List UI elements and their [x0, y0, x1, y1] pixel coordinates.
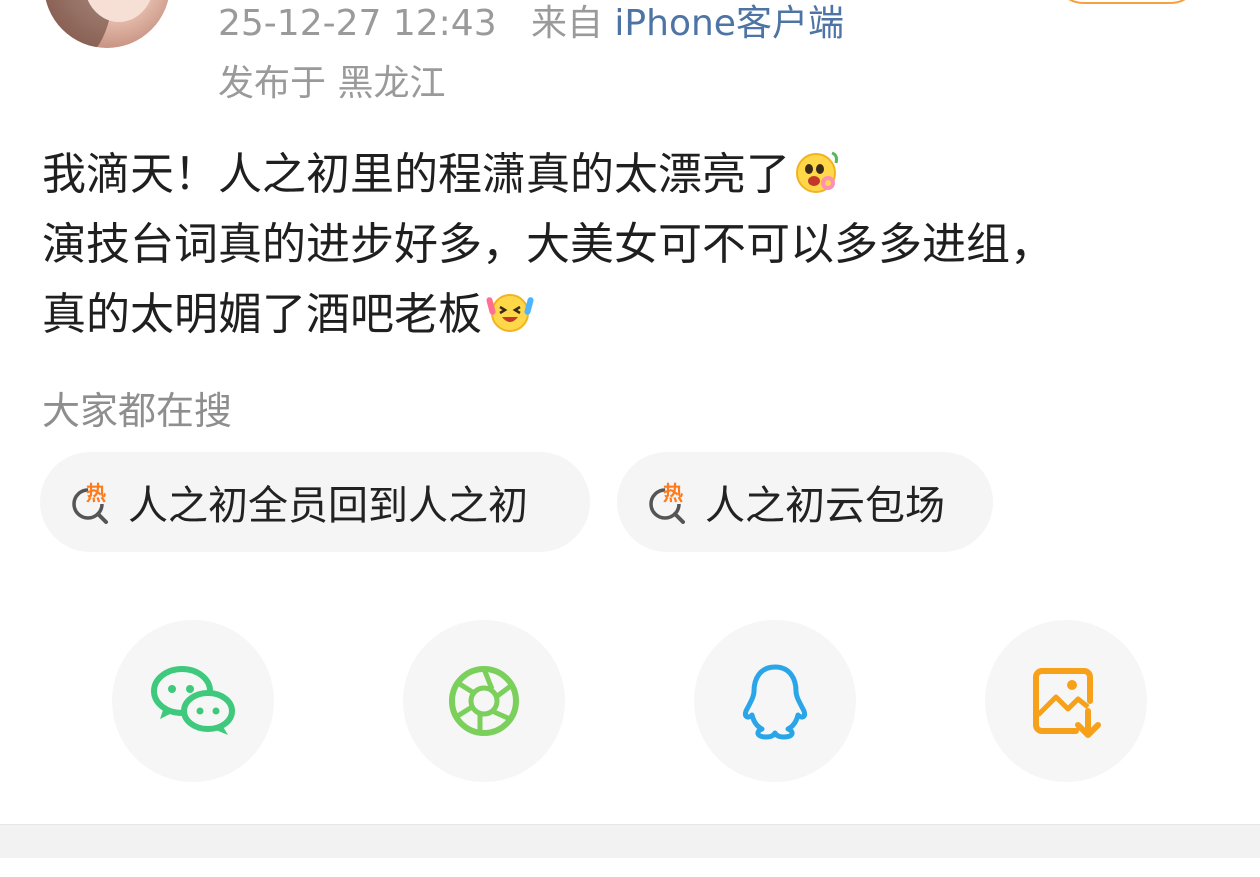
post-content: 我滴天！人之初里的程潇真的太漂亮了 演技台词真的进步好多，大美女可不可以多多进组… [42, 140, 1222, 350]
share-wechat-button[interactable] [112, 620, 274, 782]
post-source-prefix: 来自 [530, 3, 603, 44]
user-avatar[interactable] [44, 0, 170, 48]
wechat-icon [151, 666, 235, 735]
share-qq-button[interactable] [694, 620, 856, 782]
post-content-line: 我滴天！人之初里的程潇真的太漂亮了 [42, 140, 1222, 210]
post-content-line: 演技台词真的进步好多，大美女可不可以多多进组， [42, 219, 1054, 270]
svg-text:热: 热 [86, 481, 106, 505]
post-source-link[interactable]: iPhone客户端 [614, 3, 844, 44]
save-image-button[interactable] [985, 620, 1147, 782]
svg-text:热: 热 [663, 481, 683, 505]
hot-search-chip-label: 人之初云包场 [705, 483, 945, 529]
hot-search-title: 大家都在搜 [42, 389, 233, 433]
qq-icon [743, 664, 807, 740]
moments-icon [449, 666, 519, 736]
post-meta: 25-12-27 12:43 来自 iPhone客户端 [218, 2, 844, 46]
post-content-line: 真的太明媚了酒吧老板 [42, 280, 1222, 350]
hot-search-chip-label: 人之初全员回到人之初 [128, 483, 528, 529]
flower-face-emoji [794, 146, 842, 194]
hot-search-chip[interactable]: 热 人之初云包场 [617, 452, 993, 552]
hot-search-icon: 热 [645, 478, 693, 526]
post-location: 发布于 黑龙江 [218, 63, 446, 104]
post-timestamp: 25-12-27 12:43 [218, 3, 497, 44]
section-divider [0, 824, 1260, 858]
share-moments-button[interactable] [403, 620, 565, 782]
hot-search-chip[interactable]: 热 人之初全员回到人之初 [40, 452, 590, 552]
excited-face-emoji [486, 286, 534, 334]
hot-search-icon: 热 [68, 478, 116, 526]
follow-button[interactable] [1052, 0, 1202, 4]
save-image-icon [1033, 668, 1101, 738]
